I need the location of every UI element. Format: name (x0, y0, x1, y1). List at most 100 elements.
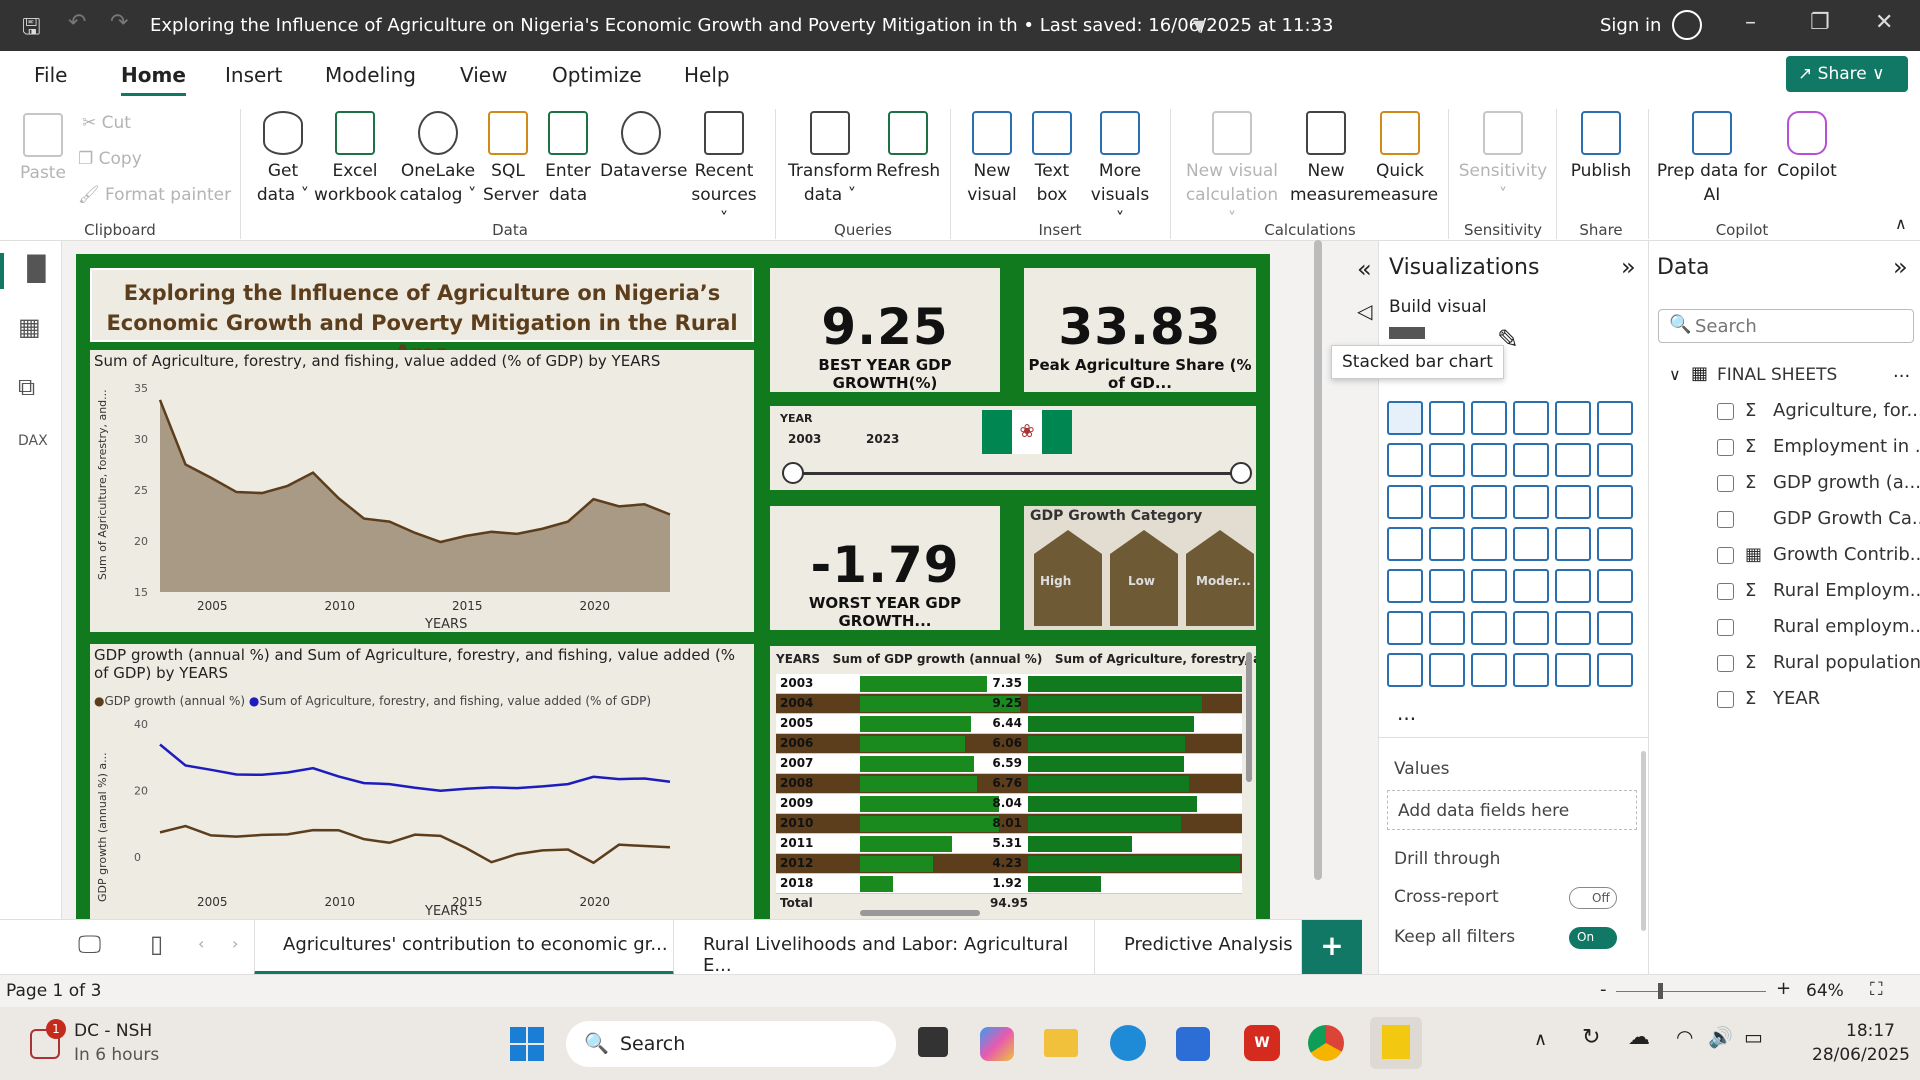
zoom-out-button[interactable]: - (1600, 979, 1607, 1000)
card-new-icon[interactable] (1429, 653, 1465, 687)
tab-modeling[interactable]: Modeling (325, 63, 416, 87)
field-checkbox[interactable] (1717, 475, 1734, 492)
python-icon[interactable] (1387, 611, 1423, 645)
cloud-icon[interactable]: ☁ (1628, 1025, 1650, 1050)
redo-icon[interactable]: ↷ (110, 10, 128, 35)
field-checkbox[interactable] (1717, 583, 1734, 600)
line-stacked-column-icon[interactable] (1597, 443, 1633, 477)
donut-icon[interactable] (1597, 485, 1633, 519)
dax-view-icon[interactable]: DAX (18, 433, 48, 449)
table-row[interactable]: 2012 4.23 (776, 854, 1242, 874)
table-view-icon[interactable]: ▦ (18, 313, 41, 341)
table-row[interactable]: 2005 6.44 (776, 714, 1242, 734)
enter-data-button[interactable]: Enter data (540, 111, 596, 207)
gdp-growth-category-slicer[interactable]: GDP Growth Category High Low Moder... (1024, 506, 1256, 630)
table-row[interactable]: 2003 7.35 (776, 674, 1242, 694)
copilot-button[interactable]: Copilot (1770, 111, 1844, 183)
kpi-peak-share-card[interactable]: 33.83 Peak Agriculture Share (% of GD... (1024, 268, 1256, 392)
copilot-app-icon[interactable] (980, 1027, 1014, 1061)
sql-server-button[interactable]: SQL Server (483, 111, 539, 207)
keep-filters-toggle[interactable]: On (1569, 927, 1617, 949)
field-checkbox[interactable] (1717, 655, 1734, 672)
field-checkbox[interactable] (1717, 691, 1734, 708)
treemap-icon[interactable] (1387, 527, 1423, 561)
data-field-item[interactable]: Σ Employment in ... (1649, 433, 1920, 463)
cut-button[interactable]: ✂ Cut (82, 113, 131, 133)
collapse-ribbon-icon[interactable]: ∧ (1895, 214, 1907, 233)
year-slicer[interactable]: YEAR 2003 2023 ❀ (770, 406, 1256, 490)
area-chart-card[interactable]: Sum of Agriculture, forestry, and fishin… (90, 350, 754, 632)
field-checkbox[interactable] (1717, 619, 1734, 636)
table-row[interactable]: 2004 9.25 (776, 694, 1242, 714)
table-row[interactable]: 2007 6.59 (776, 754, 1242, 774)
data-search-box[interactable]: 🔍 (1658, 309, 1914, 343)
ribbon-icon[interactable] (1387, 485, 1423, 519)
kpi-best-year-card[interactable]: 9.25 BEST YEAR GDP GROWTH(%) (770, 268, 1000, 392)
values-dropzone[interactable]: Add data fields here (1387, 790, 1637, 830)
refresh-button[interactable]: Refresh (876, 111, 940, 183)
chevron-down-icon[interactable]: ▼ (1193, 16, 1205, 35)
new-visual-calculation-button[interactable]: New visual calculation ˅ (1180, 111, 1284, 231)
restore-icon[interactable]: ❐ (1810, 10, 1830, 35)
funnel-icon[interactable] (1471, 485, 1507, 519)
field-checkbox[interactable] (1717, 403, 1734, 420)
table-visual[interactable]: YEARS Sum of GDP growth (annual %) Sum o… (770, 646, 1256, 919)
transform-data-button[interactable]: Transform data ˅ (788, 111, 873, 207)
cross-report-toggle[interactable]: Off (1569, 887, 1617, 909)
prep-data-for-ai-button[interactable]: Prep data for AI (1656, 111, 1768, 207)
decomposition-tree-icon[interactable] (1471, 611, 1507, 645)
data-field-item[interactable]: Σ Agriculture, for... (1649, 397, 1920, 427)
kpi-icon[interactable] (1429, 569, 1465, 603)
fit-page-icon[interactable]: ⛶ (1870, 979, 1883, 1000)
filter-pane-icon[interactable]: ◁ (1357, 299, 1372, 323)
desktop-layout-icon[interactable]: 🖵 (78, 930, 101, 958)
field-checkbox[interactable] (1717, 547, 1734, 564)
clustered-column-icon[interactable] (1513, 401, 1549, 435)
map-icon[interactable] (1429, 527, 1465, 561)
zoom-in-button[interactable]: + (1776, 978, 1791, 999)
build-visual-tab-icon[interactable] (1389, 327, 1425, 339)
tab-help[interactable]: Help (684, 63, 730, 87)
table-icon[interactable] (1513, 569, 1549, 603)
clustered-bar-icon[interactable] (1471, 401, 1507, 435)
stacked-column-icon[interactable] (1429, 401, 1465, 435)
wifi-icon[interactable]: ◠ (1676, 1025, 1693, 1049)
stacked-bar-icon[interactable] (1387, 401, 1423, 435)
zoom-handle[interactable] (1658, 983, 1663, 999)
next-page-icon[interactable]: › (232, 934, 238, 953)
arcgis-icon[interactable] (1597, 653, 1633, 687)
stacked-area-icon[interactable] (1471, 443, 1507, 477)
wps-office-icon[interactable]: W (1244, 1025, 1280, 1061)
volume-icon[interactable]: 🔊 (1708, 1025, 1733, 1049)
add-page-button[interactable]: + (1302, 920, 1362, 975)
tab-insert[interactable]: Insert (225, 63, 282, 87)
filled-map-icon[interactable] (1471, 527, 1507, 561)
100-stacked-column-icon[interactable] (1597, 401, 1633, 435)
page-tab-3[interactable]: Predictive Analysis (1096, 920, 1302, 975)
slicer-icon[interactable] (1471, 569, 1507, 603)
viz-pane-scrollbar[interactable] (1641, 751, 1646, 931)
quick-measure-button[interactable]: Quick measure (1364, 111, 1438, 207)
format-painter-button[interactable]: 🖌 Format painter (78, 185, 231, 205)
category-moderate[interactable]: Moder... (1186, 530, 1254, 626)
power-apps-icon[interactable] (1471, 653, 1507, 687)
kpi-worst-year-card[interactable]: -1.79 WORST YEAR GDP GROWTH... (770, 506, 1000, 630)
tab-home[interactable]: Home (121, 63, 186, 96)
page-tab-1[interactable]: Agricultures' contribution to economic g… (254, 920, 674, 975)
page-tab-2[interactable]: Rural Livelihoods and Labor: Agricultura… (675, 920, 1095, 976)
more-visuals-ellipsis[interactable]: ... (1397, 701, 1416, 725)
gauge-icon[interactable] (1555, 527, 1591, 561)
zoom-slider[interactable] (1616, 991, 1766, 992)
data-field-item[interactable]: Σ Rural Employm... (1649, 577, 1920, 607)
table-name[interactable]: FINAL SHEETS (1717, 365, 1837, 385)
r-script-icon[interactable] (1597, 569, 1633, 603)
data-field-item[interactable]: Σ GDP growth (a... (1649, 469, 1920, 499)
sign-in-link[interactable]: Sign in (1600, 15, 1661, 36)
table-row[interactable]: 2006 6.06 (776, 734, 1242, 754)
edge-browser-icon[interactable] (1110, 1025, 1146, 1061)
card-icon[interactable] (1597, 527, 1633, 561)
tray-chevron-icon[interactable]: ∧ (1534, 1029, 1547, 1050)
key-influencers-icon[interactable] (1429, 611, 1465, 645)
expand-data-icon[interactable]: » (1893, 253, 1908, 281)
copy-button[interactable]: ❐ Copy (78, 149, 142, 169)
